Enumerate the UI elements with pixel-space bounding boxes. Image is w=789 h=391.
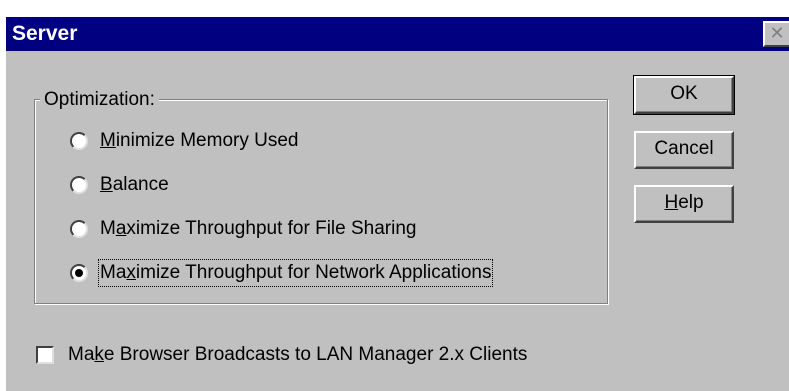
radio-label-minimize-memory: Minimize Memory Used bbox=[100, 130, 299, 151]
cancel-button[interactable]: Cancel bbox=[634, 131, 734, 169]
help-button[interactable]: Help bbox=[634, 185, 734, 223]
browser-broadcasts-checkbox[interactable] bbox=[36, 346, 54, 364]
radio-maximize-file-sharing[interactable]: Maximize Throughput for File Sharing bbox=[70, 215, 416, 243]
close-icon: ✕ bbox=[769, 23, 785, 43]
server-dialog: Server ✕ Optimization: Minimize Memory U… bbox=[0, 0, 789, 391]
radio-label-network-apps: Maximize Throughput for Network Applicat… bbox=[97, 259, 494, 287]
dialog-client-area: Optimization: Minimize Memory Used Balan… bbox=[6, 51, 789, 391]
radio-minimize-memory[interactable]: Minimize Memory Used bbox=[70, 127, 298, 155]
browser-broadcasts-checkbox-row[interactable]: Make Browser Broadcasts to LAN Manager 2… bbox=[36, 341, 527, 369]
radio-button-circle-selected[interactable] bbox=[70, 264, 88, 282]
radio-balance[interactable]: Balance bbox=[70, 171, 169, 199]
radio-button-circle[interactable] bbox=[70, 176, 88, 194]
radio-label-balance: Balance bbox=[100, 174, 169, 195]
radio-button-circle[interactable] bbox=[70, 132, 88, 150]
title-bar[interactable]: Server ✕ bbox=[6, 17, 789, 51]
radio-label-file-sharing: Maximize Throughput for File Sharing bbox=[100, 218, 417, 239]
optimization-group-label: Optimization: bbox=[40, 89, 159, 111]
radio-selected-dot bbox=[75, 269, 83, 277]
close-button[interactable]: ✕ bbox=[763, 21, 789, 47]
ok-button[interactable]: OK bbox=[633, 75, 735, 115]
radio-maximize-network-apps[interactable]: Maximize Throughput for Network Applicat… bbox=[70, 259, 494, 287]
radio-button-circle[interactable] bbox=[70, 220, 88, 238]
window-title: Server bbox=[12, 22, 78, 45]
browser-broadcasts-label: Make Browser Broadcasts to LAN Manager 2… bbox=[68, 344, 528, 365]
